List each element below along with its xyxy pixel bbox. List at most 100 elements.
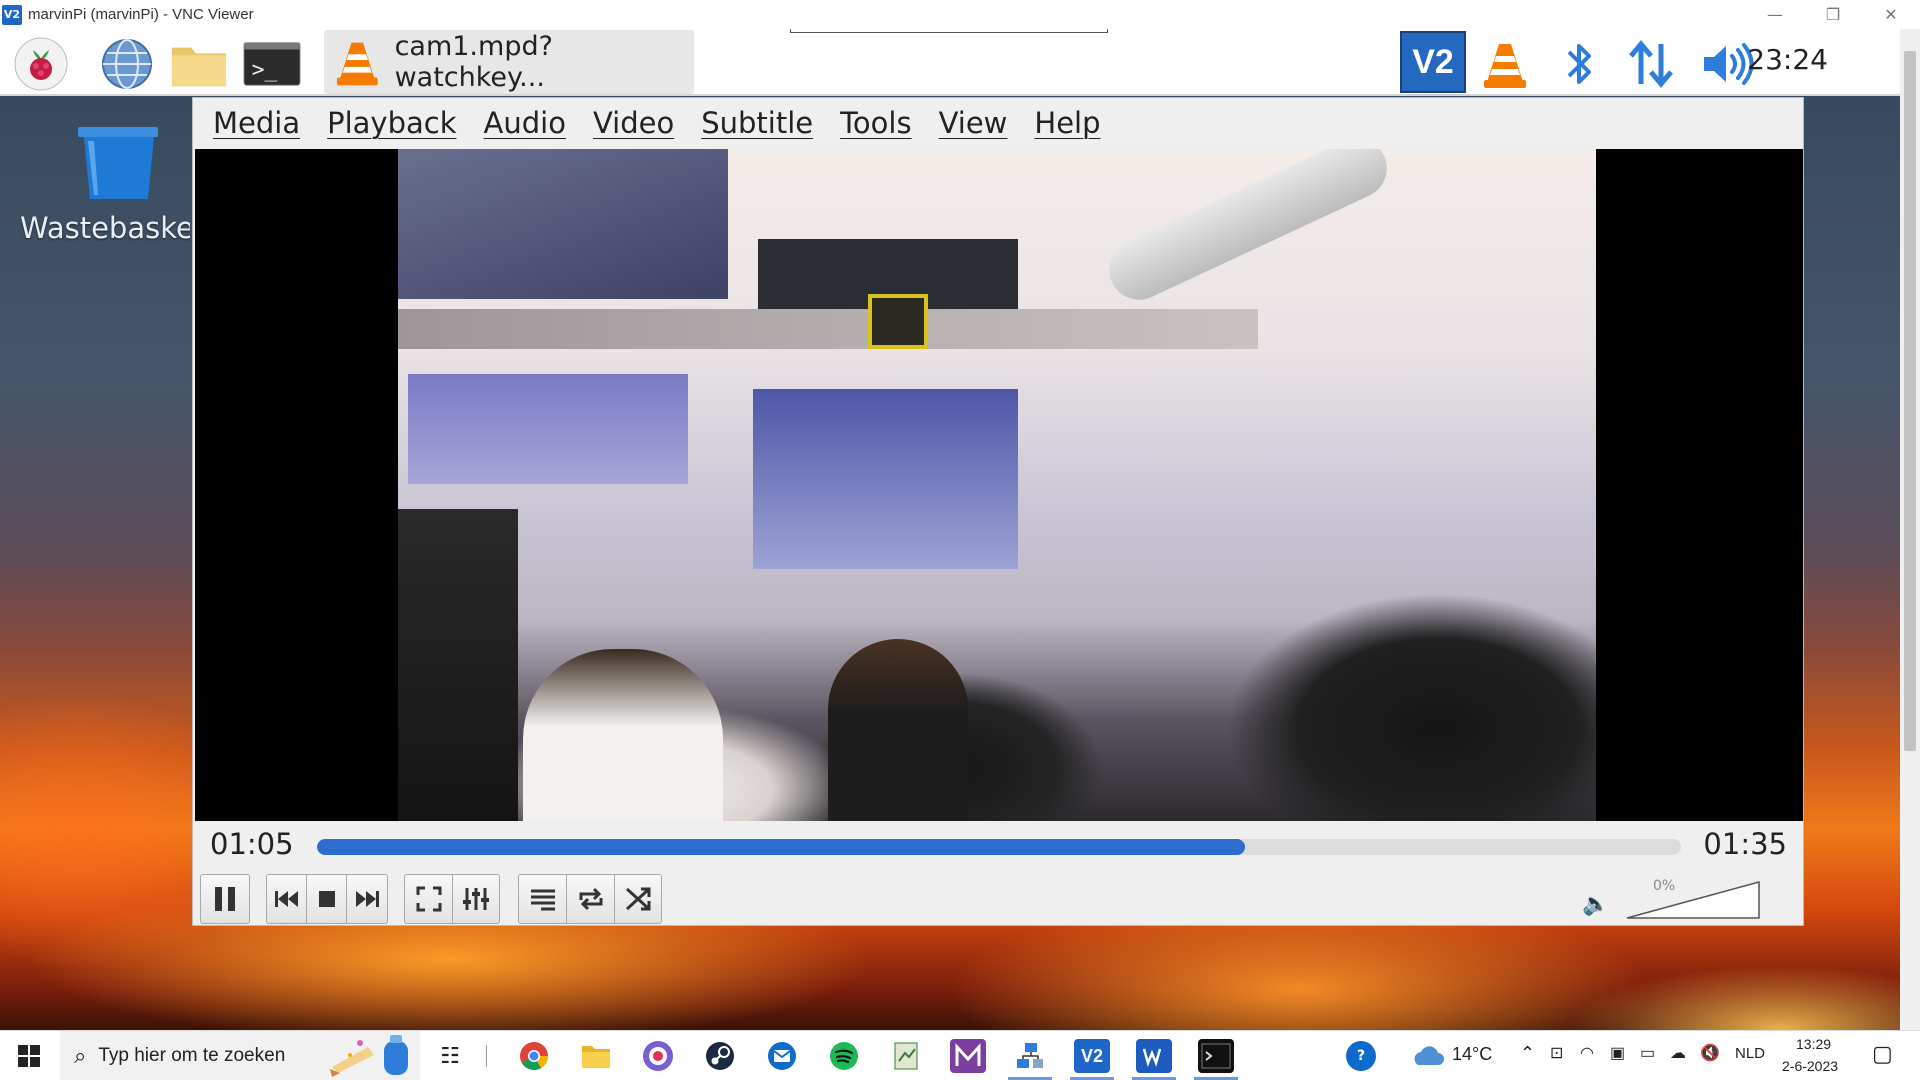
previous-button[interactable] (266, 874, 306, 924)
weather-cloud-icon[interactable] (1410, 1045, 1444, 1071)
vlc-task-label: cam1.mpd?watchkey... (394, 31, 553, 93)
file-manager-folder-icon[interactable] (170, 35, 228, 93)
seek-row: 01:05 01:35 (193, 822, 1803, 866)
search-icon: ⌕ (74, 1043, 87, 1069)
panel-input-remnant (790, 29, 1108, 33)
vnc-viewer-icon: V2 (2, 4, 22, 25)
browser-globe-icon[interactable] (98, 35, 156, 93)
weather-temperature[interactable]: 14°C (1452, 1044, 1492, 1065)
volume-slider[interactable] (1623, 878, 1763, 922)
chat-app-icon[interactable] (640, 1039, 676, 1073)
onedrive-cloud-icon[interactable]: ☁ (1670, 1043, 1686, 1063)
network-updown-icon[interactable] (1622, 35, 1680, 93)
battery-icon[interactable]: ▭ (1640, 1043, 1655, 1063)
menu-tools[interactable]: Tools (840, 106, 911, 140)
speaker-muted-icon[interactable]: 🔇 (1700, 1043, 1720, 1063)
remote-tray-icon[interactable]: ▣ (1610, 1043, 1625, 1063)
svg-text:>_: >_ (252, 58, 278, 83)
playback-controls: 🔈 0% (193, 868, 1803, 926)
equalizer-icon (463, 888, 489, 910)
video-area[interactable] (195, 149, 1803, 821)
close-button[interactable]: ✕ (1862, 0, 1920, 29)
task-view-icon[interactable]: ☷ (432, 1039, 468, 1073)
playlist-button[interactable] (518, 874, 566, 924)
loop-button[interactable] (566, 874, 614, 924)
vlc-cone-icon (336, 42, 378, 86)
vnc-vertical-scrollbar[interactable] (1900, 29, 1920, 1030)
wastebasket-desktop-icon[interactable]: Wastebaske (20, 123, 210, 245)
notification-center-icon[interactable]: ▢ (1872, 1041, 1893, 1067)
vnc-title-bar: V2 marvinPi (marvinPi) - VNC Viewer — ❐ … (0, 0, 1920, 29)
vnc-window-title: marvinPi (marvinPi) - VNC Viewer (28, 6, 254, 23)
stop-icon (318, 891, 335, 907)
help-icon[interactable]: ? (1346, 1041, 1376, 1071)
seek-bar-fill (317, 839, 1245, 855)
language-indicator[interactable]: NLD (1735, 1045, 1765, 1062)
search-highlight-illustration-icon (330, 1035, 408, 1077)
mute-speaker-icon[interactable]: 🔈 (1582, 892, 1609, 917)
skip-forward-icon (356, 891, 379, 907)
vnc-viewer-app-icon[interactable]: V2 (1074, 1039, 1110, 1073)
steam-app-icon[interactable] (702, 1039, 738, 1073)
show-hidden-icons-chevron-up-icon[interactable]: ⌃ (1520, 1043, 1535, 1064)
fullscreen-button[interactable] (404, 874, 452, 924)
video-ceiling-dark-area (398, 149, 728, 299)
playlist-icon (530, 889, 555, 911)
vnc-server-tray-icon[interactable]: V2 (1400, 31, 1466, 93)
fullscreen-icon (416, 886, 441, 912)
skip-back-icon (274, 891, 298, 907)
windows-taskbar: ⌕ Typ hier om te zoeken ☷ V2 ? 14°C ⌃ ⊡ … (0, 1030, 1920, 1080)
taskbar-clock-time[interactable]: 13:29 (1796, 1036, 1831, 1052)
bluetooth-icon[interactable] (1550, 35, 1608, 93)
chrome-app-icon[interactable] (516, 1039, 552, 1073)
video-ventilation-duct (1099, 149, 1397, 310)
word-app-icon[interactable] (1136, 1039, 1172, 1073)
terminal-app-icon[interactable] (1198, 1039, 1234, 1073)
wastebasket-label: Wastebaske (20, 211, 190, 245)
m-app-icon[interactable] (950, 1039, 986, 1073)
video-person-left (523, 649, 723, 821)
taskbar-clock-date[interactable]: 2-6-2023 (1782, 1058, 1838, 1074)
device-tray-icon[interactable]: ⊡ (1550, 1043, 1563, 1063)
trash-bin-icon (78, 127, 158, 199)
extended-settings-button[interactable] (452, 874, 500, 924)
video-frame (398, 149, 1596, 821)
shuffle-button[interactable] (614, 874, 662, 924)
video-foreground-dark (398, 509, 518, 821)
loop-icon (579, 887, 602, 911)
menu-media[interactable]: Media (213, 106, 300, 140)
menu-playback[interactable]: Playback (327, 106, 456, 140)
scrollbar-thumb[interactable] (1904, 51, 1916, 751)
minimize-button[interactable]: — (1746, 0, 1804, 29)
video-camera-box (868, 294, 928, 349)
pause-button[interactable] (200, 874, 250, 924)
remote-desktop[interactable]: >_ cam1.mpd?watchkey... V2 23:24 Wasteba… (0, 29, 1900, 1030)
menu-subtitle[interactable]: Subtitle (701, 106, 813, 140)
elapsed-time: 01:05 (210, 827, 294, 861)
pi-clock[interactable]: 23:24 (1747, 43, 1828, 76)
next-button[interactable] (346, 874, 388, 924)
menu-video[interactable]: Video (593, 106, 674, 140)
taskbar-search-box[interactable]: ⌕ Typ hier om te zoeken (60, 1031, 420, 1080)
raspberry-menu-icon[interactable] (12, 35, 70, 93)
excel-sheet-app-icon[interactable] (888, 1039, 924, 1073)
wifi-icon[interactable]: ◠ (1580, 1043, 1594, 1063)
menu-audio[interactable]: Audio (484, 106, 566, 140)
taskbar-item-vlc[interactable]: cam1.mpd?watchkey... (324, 30, 694, 94)
mail-app-icon[interactable] (764, 1039, 800, 1073)
menu-view[interactable]: View (939, 106, 1008, 140)
pause-icon (215, 887, 235, 911)
vlc-tray-icon[interactable] (1476, 35, 1534, 93)
video-window-center (753, 389, 1018, 569)
terminal-icon[interactable]: >_ (243, 35, 301, 93)
seek-bar[interactable] (317, 839, 1681, 855)
network-app-icon[interactable] (1012, 1039, 1048, 1073)
menu-help[interactable]: Help (1034, 106, 1100, 140)
start-button[interactable] (0, 1031, 58, 1080)
restore-button[interactable]: ❐ (1804, 0, 1862, 29)
file-explorer-app-icon[interactable] (578, 1039, 614, 1073)
stop-button[interactable] (306, 874, 346, 924)
vlc-menubar: Media Playback Audio Video Subtitle Tool… (193, 98, 1803, 148)
spotify-app-icon[interactable] (826, 1039, 862, 1073)
total-time: 01:35 (1703, 827, 1787, 861)
